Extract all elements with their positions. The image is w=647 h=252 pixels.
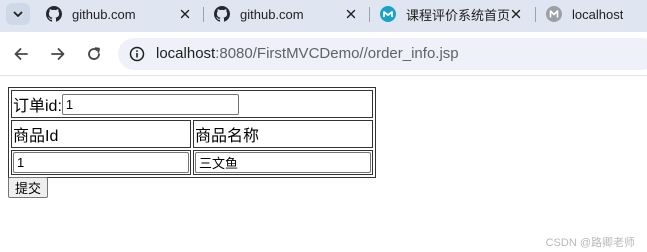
- tab-separator: [369, 7, 370, 22]
- back-button[interactable]: [10, 43, 32, 65]
- submit-button[interactable]: 提交: [8, 177, 49, 198]
- tab-title: github.com: [72, 6, 136, 22]
- table-row: 商品Id 商品名称: [11, 120, 373, 148]
- url-path: :8080/FirstMVCDemo//order_info.jsp: [215, 45, 459, 62]
- product-id-input[interactable]: [13, 152, 189, 173]
- tab-github-2[interactable]: github.com: [214, 0, 364, 28]
- product-id-cell: [11, 150, 191, 175]
- course-site-icon: [380, 6, 396, 22]
- watermark: CSDN @路卿老师: [545, 237, 635, 249]
- close-icon: [180, 9, 190, 19]
- product-name-cell: [193, 150, 373, 175]
- column-header: 商品名称: [193, 120, 373, 148]
- forward-button[interactable]: [47, 43, 69, 65]
- close-icon: [511, 9, 521, 19]
- chevron-down-icon: [13, 11, 23, 17]
- browser-tab-strip: github.com github.com 课程评价系统首页 localhost: [0, 0, 647, 32]
- tab-localhost[interactable]: localhost: [546, 0, 647, 28]
- tab-separator: [203, 7, 204, 22]
- tab-search-button[interactable]: [6, 3, 30, 25]
- page-content: 订单id: 商品Id 商品名称 提交 CSDN @路卿老师: [0, 77, 647, 252]
- tab-title: 课程评价系统首页: [406, 7, 511, 23]
- tab-close-button[interactable]: [344, 7, 358, 21]
- tab-close-button[interactable]: [509, 7, 523, 21]
- localhost-globe-icon: [546, 6, 562, 22]
- site-info-icon[interactable]: [129, 46, 145, 62]
- browser-toolbar: localhost:8080/FirstMVCDemo//order_info.…: [0, 32, 647, 76]
- column-header: 商品Id: [11, 120, 191, 148]
- table-row: [11, 150, 373, 175]
- tab-close-button[interactable]: [178, 7, 192, 21]
- tab-title: github.com: [240, 6, 304, 22]
- address-url[interactable]: localhost:8080/FirstMVCDemo//order_info.…: [156, 45, 459, 62]
- tab-separator: [535, 7, 536, 22]
- github-icon: [214, 6, 230, 22]
- order-id-input[interactable]: [61, 93, 239, 115]
- reload-button[interactable]: [83, 43, 105, 65]
- url-host: localhost: [156, 45, 216, 62]
- product-name-input[interactable]: [195, 152, 371, 173]
- arrow-left-icon: [14, 48, 28, 60]
- arrow-right-icon: [51, 48, 65, 60]
- order-id-cell: 订单id:: [11, 90, 373, 118]
- order-form-table: 订单id: 商品Id 商品名称: [8, 87, 376, 178]
- close-icon: [346, 9, 356, 19]
- reload-icon: [88, 47, 100, 60]
- table-row: 订单id:: [11, 90, 373, 118]
- order-id-label: 订单id:: [13, 98, 62, 115]
- tab-github-1[interactable]: github.com: [46, 0, 196, 28]
- tab-course-evaluation[interactable]: 课程评价系统首页: [380, 0, 528, 28]
- tab-title: localhost: [572, 6, 624, 22]
- address-bar[interactable]: localhost:8080/FirstMVCDemo//order_info.…: [118, 38, 647, 70]
- github-icon: [46, 6, 62, 22]
